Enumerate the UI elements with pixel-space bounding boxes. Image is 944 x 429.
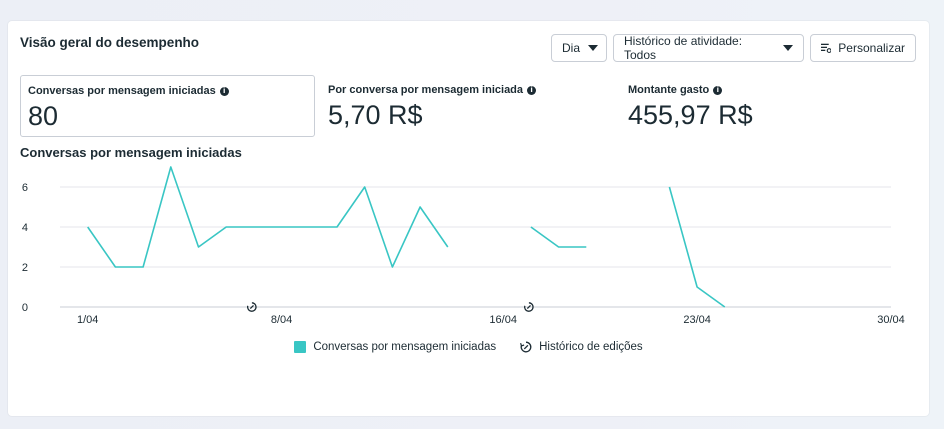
series-line — [530, 226, 587, 248]
legend-label: Histórico de edições — [539, 341, 643, 353]
line-chart: 0 2 4 6 1/04 8/04 16/04 23/04 30/04 — [22, 166, 905, 326]
edit-history-icon — [520, 341, 532, 353]
x-tick-label: 30/04 — [877, 314, 905, 326]
y-tick-label: 0 — [22, 302, 28, 314]
y-tick-label: 6 — [22, 182, 28, 194]
x-tick-label: 1/04 — [77, 314, 98, 326]
series-line — [87, 166, 449, 268]
chart-legend: Conversas por mensagem iniciadas Históri… — [8, 341, 929, 353]
legend-label: Conversas por mensagem iniciadas — [313, 341, 497, 353]
x-tick-label: 16/04 — [489, 314, 517, 326]
x-tick-label: 8/04 — [271, 314, 292, 326]
legend-swatch — [294, 341, 307, 353]
series-line — [668, 186, 726, 308]
x-tick-label: 23/04 — [683, 314, 711, 326]
legend-item-edit-history[interactable]: Histórico de edições — [520, 341, 643, 353]
legend-item-conversations[interactable]: Conversas por mensagem iniciadas — [294, 341, 496, 353]
y-tick-label: 4 — [22, 222, 28, 234]
performance-card: Visão geral do desempenho Dia Histórico … — [8, 21, 929, 416]
y-tick-label: 2 — [22, 262, 28, 274]
